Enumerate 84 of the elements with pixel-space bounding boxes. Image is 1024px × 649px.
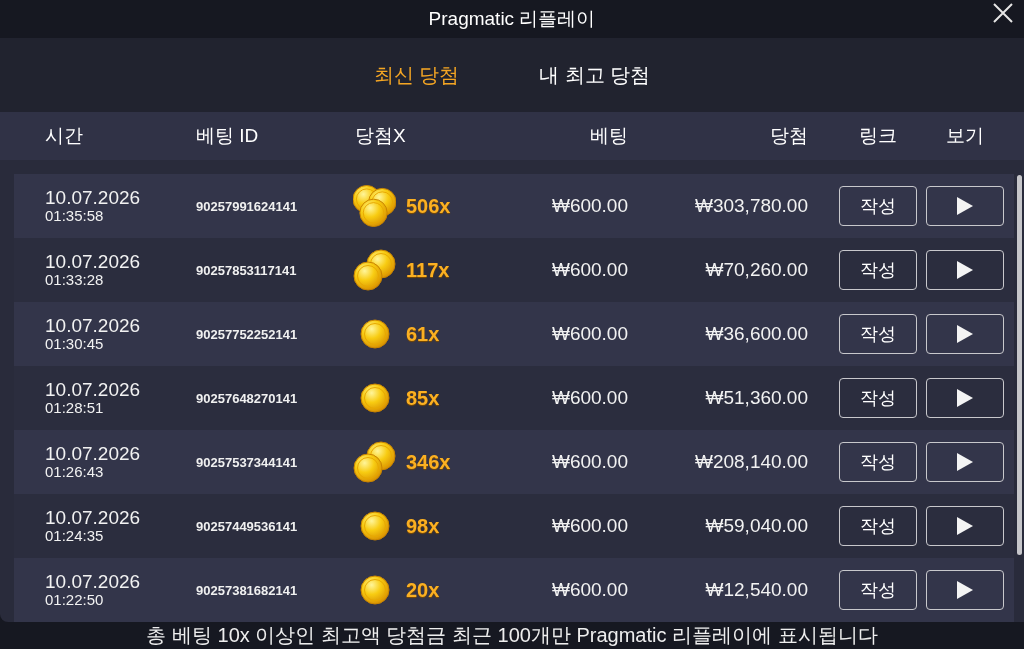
time-text: 01:24:35 xyxy=(45,528,104,544)
create-button[interactable]: 작성 xyxy=(839,250,917,290)
coins-icon xyxy=(353,441,396,483)
play-icon xyxy=(957,453,973,471)
close-button[interactable] xyxy=(993,3,1013,23)
date-text: 10.07.2026 xyxy=(45,380,141,400)
bet-amount: ₩600.00 xyxy=(550,449,628,474)
coins-icon xyxy=(353,184,396,228)
play-button[interactable] xyxy=(926,506,1004,546)
bet-amount: ₩600.00 xyxy=(550,257,628,282)
play-button[interactable] xyxy=(926,314,1004,354)
win-amount: ₩303,780.00 xyxy=(693,193,808,218)
date-text: 10.07.2026 xyxy=(45,508,141,528)
multiplier-text: 98x xyxy=(406,514,440,539)
multiplier-text: 506x xyxy=(406,194,451,219)
tab[interactable]: 내 최고 당첨 xyxy=(539,60,651,90)
column-header: 보기 xyxy=(945,123,985,148)
tab[interactable]: 최신 당첨 xyxy=(373,60,460,90)
time-text: 01:35:58 xyxy=(45,208,104,224)
bet-id-text: 90257537344141 xyxy=(196,455,298,470)
bet-id-text: 90257752252141 xyxy=(196,327,298,342)
date-text: 10.07.2026 xyxy=(45,252,141,272)
window-title: Pragmatic 리플레이 xyxy=(428,7,596,31)
time-text: 01:30:45 xyxy=(45,336,104,352)
create-button[interactable]: 작성 xyxy=(839,314,917,354)
bet-amount: ₩600.00 xyxy=(550,513,628,538)
date-text: 10.07.2026 xyxy=(45,572,141,592)
play-icon xyxy=(957,517,973,535)
close-icon xyxy=(993,3,1013,23)
win-amount: ₩51,360.00 xyxy=(704,385,808,410)
create-button[interactable]: 작성 xyxy=(839,506,917,546)
bet-id-text: 90257381682141 xyxy=(196,583,298,598)
scrollbar[interactable] xyxy=(1017,175,1022,555)
column-header: 링크 xyxy=(858,123,898,148)
time-text: 01:33:28 xyxy=(45,272,104,288)
play-button[interactable] xyxy=(926,186,1004,226)
column-header: 베팅 ID xyxy=(196,123,260,148)
coin-icon xyxy=(359,319,390,349)
multiplier-text: 61x xyxy=(406,322,440,347)
create-button[interactable]: 작성 xyxy=(839,570,917,610)
bet-id-text: 90257853117141 xyxy=(196,263,297,278)
play-button[interactable] xyxy=(926,250,1004,290)
column-header: 시간 xyxy=(44,123,84,148)
create-button[interactable]: 작성 xyxy=(839,442,917,482)
bet-amount: ₩600.00 xyxy=(550,193,628,218)
win-amount: ₩36,600.00 xyxy=(704,321,808,346)
bet-amount: ₩600.00 xyxy=(550,321,628,346)
play-button[interactable] xyxy=(926,378,1004,418)
multiplier-text: 85x xyxy=(406,386,440,411)
time-text: 01:28:51 xyxy=(45,400,104,416)
create-button[interactable]: 작성 xyxy=(839,186,917,226)
bet-id-text: 90257449536141 xyxy=(196,519,298,534)
play-icon xyxy=(957,581,973,599)
play-icon xyxy=(957,197,973,215)
column-header: 베팅 xyxy=(589,123,628,148)
win-amount: ₩70,260.00 xyxy=(704,257,808,282)
play-button[interactable] xyxy=(926,570,1004,610)
date-text: 10.07.2026 xyxy=(45,444,141,464)
multiplier-text: 117x xyxy=(406,258,450,283)
coin-icon xyxy=(359,383,390,413)
bet-id-text: 90257991624141 xyxy=(196,199,298,214)
win-amount: ₩208,140.00 xyxy=(693,449,808,474)
coin-icon xyxy=(359,511,390,541)
time-text: 01:26:43 xyxy=(45,464,104,480)
win-amount: ₩59,040.00 xyxy=(704,513,808,538)
play-icon xyxy=(957,261,973,279)
column-header: 당첨X xyxy=(354,123,407,148)
multiplier-text: 346x xyxy=(406,450,451,475)
footer-note: 총 베팅 10x 이상인 최고액 당첨금 최근 100개만 Pragmatic 리플레이에 표시됩니다 xyxy=(146,624,878,646)
win-amount: ₩12,540.00 xyxy=(704,577,808,602)
time-text: 01:22:50 xyxy=(45,592,104,608)
bet-amount: ₩600.00 xyxy=(550,577,628,602)
create-button[interactable]: 작성 xyxy=(839,378,917,418)
play-icon xyxy=(957,325,973,343)
bet-amount: ₩600.00 xyxy=(550,385,628,410)
bet-id-text: 90257648270141 xyxy=(196,391,298,406)
coins-icon xyxy=(353,249,396,291)
multiplier-text: 20x xyxy=(406,578,440,603)
play-icon xyxy=(957,389,973,407)
date-text: 10.07.2026 xyxy=(45,316,141,336)
date-text: 10.07.2026 xyxy=(45,188,141,208)
column-header: 당첨 xyxy=(769,123,808,148)
play-button[interactable] xyxy=(926,442,1004,482)
coin-icon xyxy=(359,575,390,605)
